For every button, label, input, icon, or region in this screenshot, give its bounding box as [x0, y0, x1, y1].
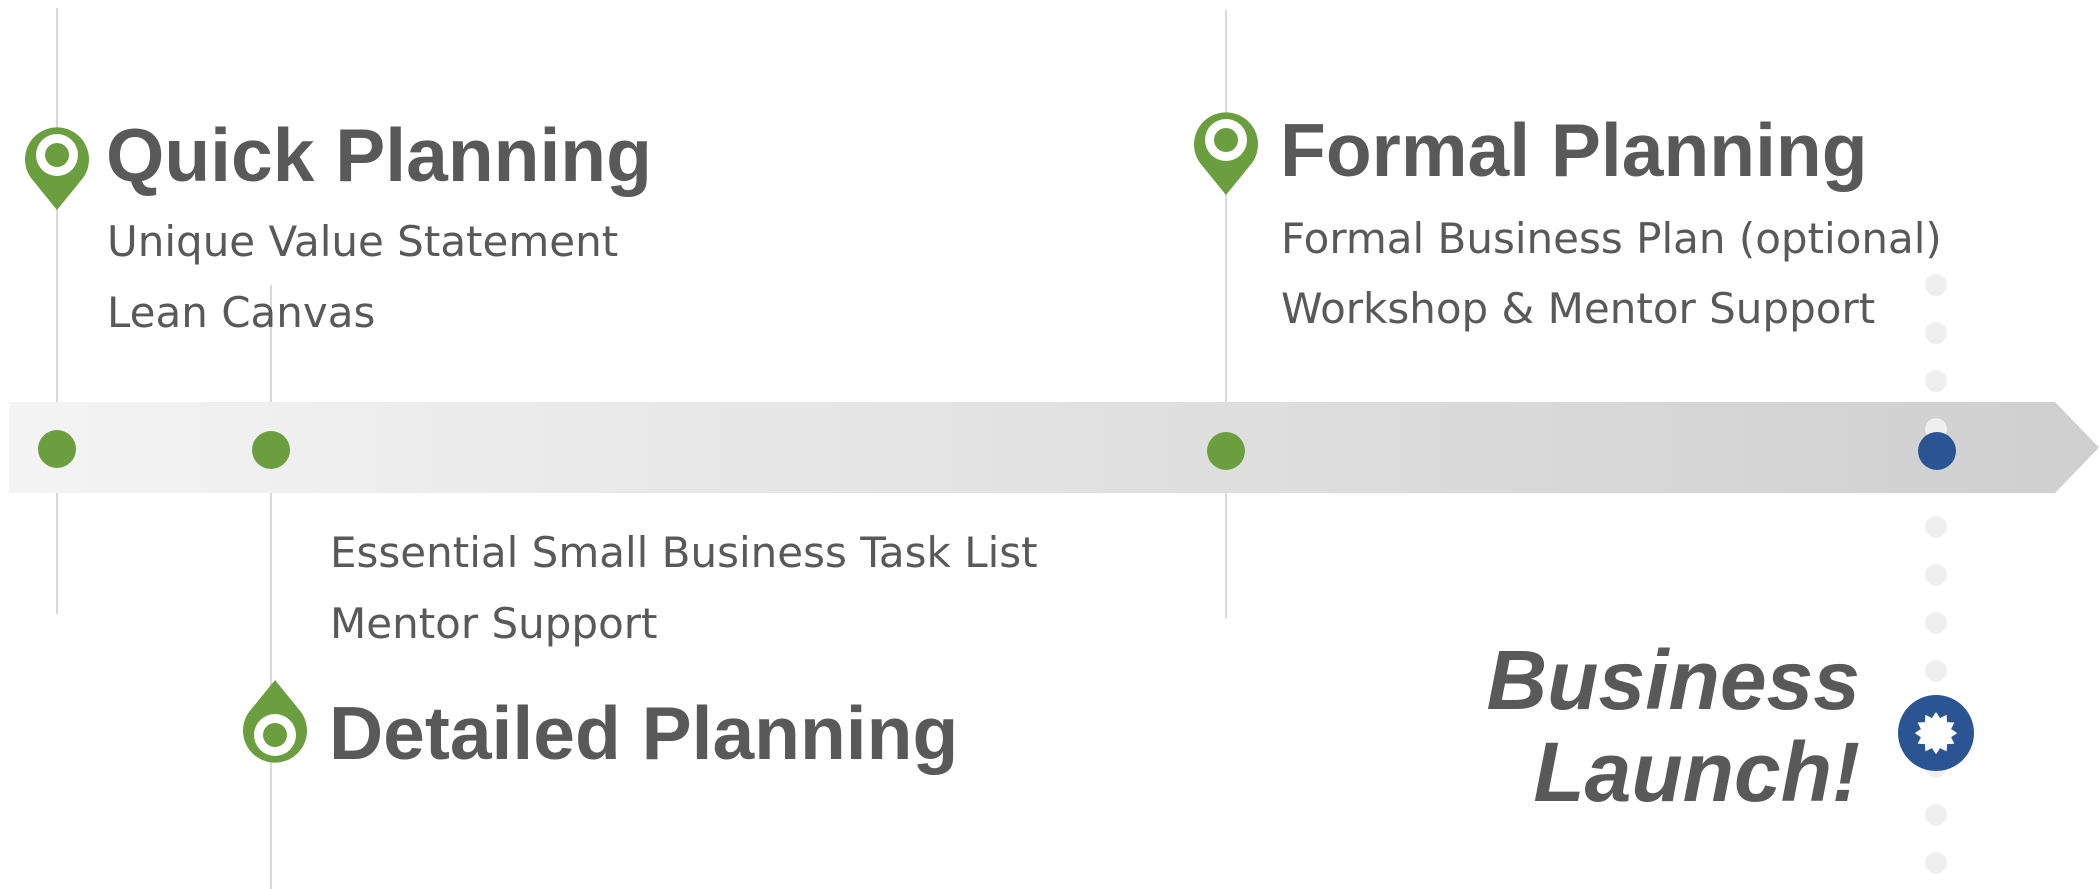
stage-title-detailed-planning: Detailed Planning [329, 691, 959, 775]
stage-item-mentor-support: Mentor Support [330, 599, 658, 648]
timeline-arrow [9, 402, 2099, 493]
map-pin-icon [25, 127, 90, 210]
stage-item-task-list: Essential Small Business Task List [330, 528, 1038, 577]
stage-title-quick-planning: Quick Planning [106, 113, 652, 197]
rosette-badge-icon [1898, 695, 1974, 771]
business-launch-line1: Business [1486, 633, 1861, 727]
milestone-dot-detailed [252, 431, 290, 469]
guide-line-formal [1225, 10, 1227, 618]
business-launch-title: Business Launch! [1487, 634, 1861, 818]
stage-item-lean-canvas: Lean Canvas [107, 288, 376, 337]
stage-item-unique-value-statement: Unique Value Statement [107, 217, 619, 266]
map-pin-icon [243, 680, 307, 763]
stage-title-formal-planning: Formal Planning [1280, 108, 1868, 192]
guide-line-detailed [270, 285, 272, 889]
milestone-dot-launch [1918, 432, 1956, 470]
map-pin-icon [1194, 112, 1258, 195]
stage-item-formal-business-plan: Formal Business Plan (optional) [1281, 214, 1942, 263]
milestone-dot-formal [1207, 432, 1245, 470]
business-launch-line2: Launch! [1533, 725, 1860, 819]
stage-item-workshop-mentor-support: Workshop & Mentor Support [1281, 284, 1876, 333]
milestone-dot-quick [38, 430, 76, 468]
guide-line-quick [56, 8, 58, 614]
